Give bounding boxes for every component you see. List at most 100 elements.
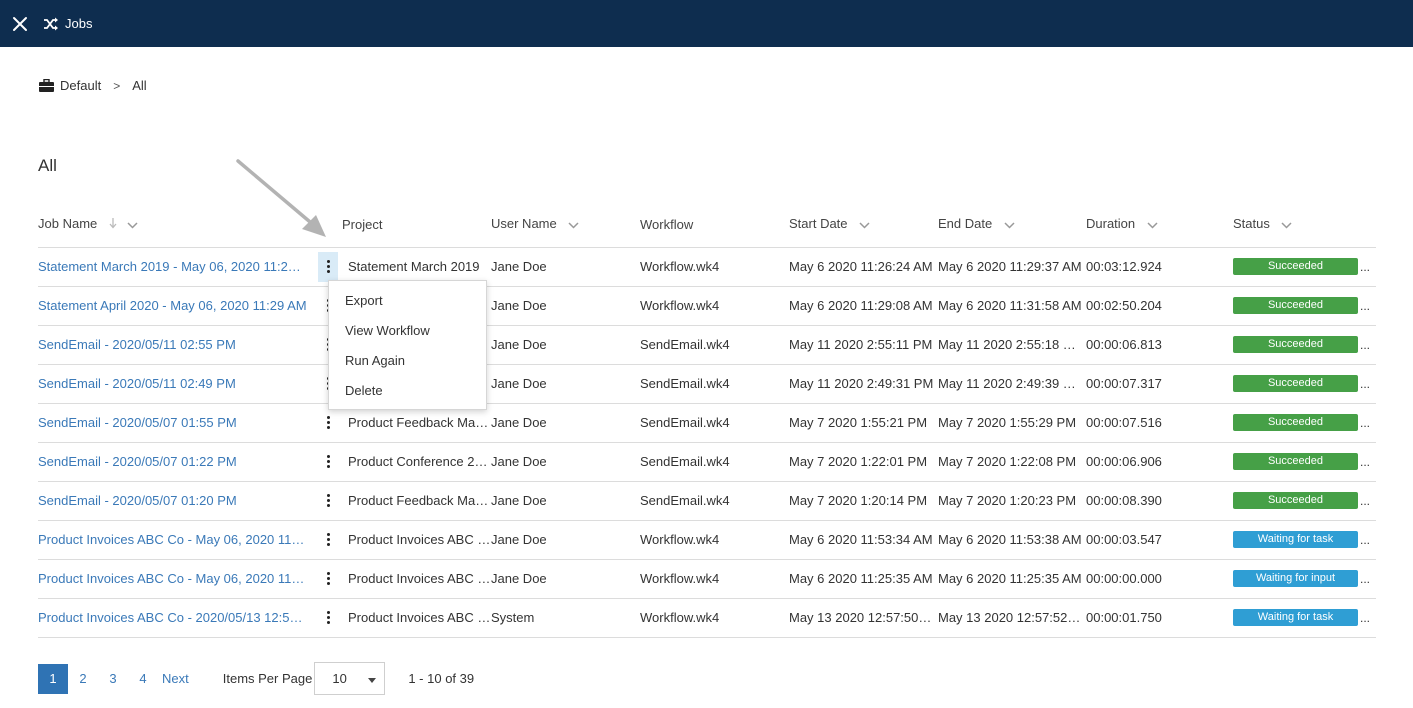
workflow-cell: Workflow.wk4 xyxy=(640,286,789,326)
next-page-button[interactable]: Next xyxy=(162,671,189,686)
status-cell: Succeeded... xyxy=(1233,481,1376,521)
table-row[interactable]: Product Invoices ABC Co - May 06, 2020 1… xyxy=(38,559,1376,599)
items-per-page-label: Items Per Page xyxy=(222,671,313,686)
duration-cell: 00:02:50.204 xyxy=(1086,286,1233,326)
status-cell: Succeeded... xyxy=(1233,325,1376,365)
table-row[interactable]: Statement March 2019 - May 06, 2020 11:2… xyxy=(38,247,1376,287)
workflow-cell: Workflow.wk4 xyxy=(640,520,789,560)
column-header-duration[interactable]: Duration xyxy=(1086,202,1233,248)
column-header-project[interactable]: Project xyxy=(342,202,491,248)
kebab-menu-icon[interactable] xyxy=(318,525,338,555)
breadcrumb-current: All xyxy=(132,78,147,93)
row-menu-cell xyxy=(314,481,342,521)
chevron-down-icon[interactable] xyxy=(1147,217,1158,232)
job-name-link[interactable]: SendEmail - 2020/05/07 01:20 PM xyxy=(38,481,314,521)
user-name-cell: Jane Doe xyxy=(491,247,640,287)
workflow-cell: SendEmail.wk4 xyxy=(640,481,789,521)
row-menu-cell xyxy=(314,598,342,638)
page-button-2[interactable]: 2 xyxy=(68,664,98,694)
end-date-cell: May 7 2020 1:22:08 PM xyxy=(938,442,1086,482)
kebab-menu-icon[interactable] xyxy=(318,564,338,594)
duration-cell: 00:00:06.906 xyxy=(1086,442,1233,482)
breadcrumb: Default > All xyxy=(39,78,147,93)
end-date-cell: May 6 2020 11:53:38 AM xyxy=(938,520,1086,560)
job-name-link[interactable]: SendEmail - 2020/05/07 01:22 PM xyxy=(38,442,314,482)
workflow-cell: SendEmail.wk4 xyxy=(640,403,789,443)
status-overflow: ... xyxy=(1360,259,1371,274)
chevron-down-icon[interactable] xyxy=(1281,217,1293,232)
start-date-cell: May 13 2020 12:57:50 PM xyxy=(789,598,938,638)
breadcrumb-separator: > xyxy=(113,78,121,93)
kebab-menu-icon[interactable] xyxy=(318,486,338,516)
end-date-cell: May 6 2020 11:31:58 AM xyxy=(938,286,1086,326)
table-row[interactable]: Product Invoices ABC Co - May 06, 2020 1… xyxy=(38,520,1376,560)
kebab-menu-icon[interactable] xyxy=(318,447,338,477)
menu-item-run-again[interactable]: Run Again xyxy=(329,346,486,376)
row-menu-cell xyxy=(314,520,342,560)
status-overflow: ... xyxy=(1360,415,1371,430)
status-cell: Waiting for task... xyxy=(1233,520,1376,560)
job-name-link[interactable]: SendEmail - 2020/05/07 01:55 PM xyxy=(38,403,314,443)
job-name-link[interactable]: SendEmail - 2020/05/11 02:49 PM xyxy=(38,364,314,404)
start-date-cell: May 7 2020 1:22:01 PM xyxy=(789,442,938,482)
user-name-cell: Jane Doe xyxy=(491,364,640,404)
column-header-status[interactable]: Status xyxy=(1233,202,1376,248)
end-date-cell: May 11 2020 2:49:39 PM xyxy=(938,364,1086,404)
status-cell: Succeeded... xyxy=(1233,247,1376,287)
chevron-down-icon[interactable] xyxy=(126,217,138,232)
column-header-end-date[interactable]: End Date xyxy=(938,202,1086,248)
chevron-down-icon[interactable] xyxy=(1004,217,1015,232)
column-header-job-name[interactable]: Job Name xyxy=(38,202,314,248)
row-menu-cell xyxy=(314,442,342,482)
table-row[interactable]: SendEmail - 2020/05/11 02:49 PMProduct F… xyxy=(38,364,1376,404)
user-name-cell: Jane Doe xyxy=(491,442,640,482)
table-row[interactable]: SendEmail - 2020/05/11 02:55 PMProduct F… xyxy=(38,325,1376,365)
table-header-row: Job Name Project User Name Workflow Star… xyxy=(38,202,1376,248)
job-name-link[interactable]: SendEmail - 2020/05/11 02:55 PM xyxy=(38,325,314,365)
user-name-cell: Jane Doe xyxy=(491,481,640,521)
column-header-menu xyxy=(314,202,342,248)
status-overflow: ... xyxy=(1360,610,1371,625)
duration-cell: 00:00:06.813 xyxy=(1086,325,1233,365)
job-name-link[interactable]: Product Invoices ABC Co - 2020/05/13 12:… xyxy=(38,598,314,638)
close-icon[interactable] xyxy=(0,0,40,47)
kebab-menu-icon[interactable] xyxy=(318,408,338,438)
table-row[interactable]: SendEmail - 2020/05/07 01:20 PM Product F… xyxy=(38,481,1376,521)
caret-down-icon xyxy=(368,671,377,686)
end-date-cell: May 7 2020 1:55:29 PM xyxy=(938,403,1086,443)
job-name-link[interactable]: Statement March 2019 - May 06, 2020 11:2… xyxy=(38,247,314,287)
user-name-cell: Jane Doe xyxy=(491,286,640,326)
user-name-cell: Jane Doe xyxy=(491,403,640,443)
chevron-down-icon[interactable] xyxy=(568,217,579,232)
user-name-cell: System xyxy=(491,598,640,638)
items-per-page-select[interactable]: 10 xyxy=(314,662,386,695)
duration-cell: 00:00:07.516 xyxy=(1086,403,1233,443)
job-name-link[interactable]: Product Invoices ABC Co - May 06, 2020 1… xyxy=(38,559,314,599)
table-body: Statement March 2019 - May 06, 2020 11:2… xyxy=(38,247,1376,638)
status-badge: Succeeded xyxy=(1233,375,1358,393)
workflow-cell: Workflow.wk4 xyxy=(640,598,789,638)
kebab-menu-icon[interactable] xyxy=(318,603,338,633)
table-row[interactable]: Statement April 2020 - May 06, 2020 11:2… xyxy=(38,286,1376,326)
table-row[interactable]: SendEmail - 2020/05/07 01:55 PM Product F… xyxy=(38,403,1376,443)
page-button-4[interactable]: 4 xyxy=(128,664,158,694)
results-range: 1 - 10 of 39 xyxy=(408,671,475,686)
sort-down-icon[interactable] xyxy=(109,217,117,232)
page-button-3[interactable]: 3 xyxy=(98,664,128,694)
page-button-1[interactable]: 1 xyxy=(38,663,68,694)
job-name-link[interactable]: Product Invoices ABC Co - May 06, 2020 1… xyxy=(38,520,314,560)
status-overflow: ... xyxy=(1360,376,1371,391)
chevron-down-icon[interactable] xyxy=(859,217,870,232)
column-header-user-name[interactable]: User Name xyxy=(491,202,640,248)
column-header-start-date[interactable]: Start Date xyxy=(789,202,938,248)
table-row[interactable]: SendEmail - 2020/05/07 01:22 PM Product C… xyxy=(38,442,1376,482)
job-name-link[interactable]: Statement April 2020 - May 06, 2020 11:2… xyxy=(38,286,314,326)
column-header-workflow[interactable]: Workflow xyxy=(640,202,789,248)
breadcrumb-root[interactable]: Default xyxy=(60,78,101,93)
menu-item-view-workflow[interactable]: View Workflow xyxy=(329,316,486,346)
menu-item-export[interactable]: Export xyxy=(329,286,486,316)
status-overflow: ... xyxy=(1360,337,1371,352)
kebab-menu-icon[interactable] xyxy=(318,251,338,282)
menu-item-delete[interactable]: Delete xyxy=(329,376,486,406)
table-row[interactable]: Product Invoices ABC Co - 2020/05/13 12:… xyxy=(38,598,1376,638)
